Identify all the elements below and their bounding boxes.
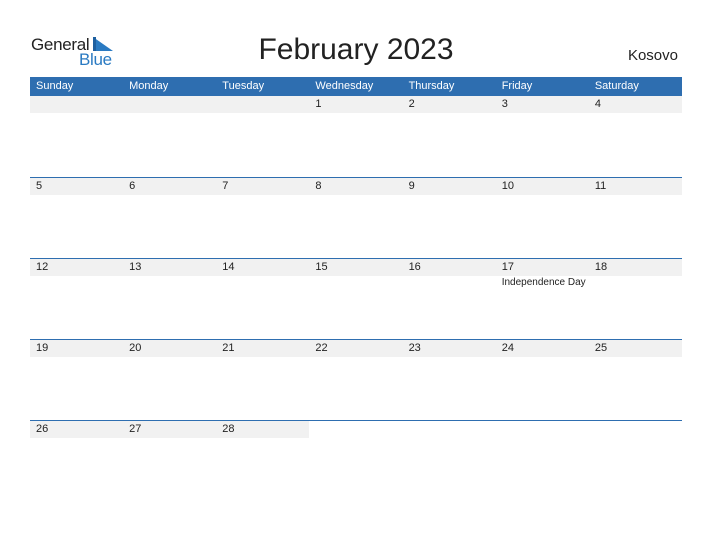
day-number: 7: [222, 180, 229, 192]
day-number: 3: [501, 98, 508, 110]
day-number: 23: [408, 342, 421, 354]
day-event: [216, 357, 309, 358]
day-event: [30, 438, 123, 439]
day-event: [589, 195, 682, 196]
weekday-thursday: Thursday: [408, 80, 455, 92]
day-event: [123, 195, 216, 196]
day-event: [123, 357, 216, 358]
day-number: 2: [408, 98, 415, 110]
day-number: [495, 421, 589, 438]
day-event: [123, 113, 216, 114]
day-number: [30, 96, 123, 113]
date-strip: 1 2 3 4: [30, 96, 682, 113]
day-number: [588, 421, 682, 438]
day-event: [123, 438, 216, 439]
day-event: [309, 438, 402, 439]
day-number: 15: [315, 261, 328, 273]
day-number: 27: [129, 423, 142, 435]
day-number: 20: [129, 342, 142, 354]
weeks-container: 1 2 3 4 5 6 7 8 9 10 11 12 13 14 15 16 17 18 Independence …: [30, 96, 682, 501]
day-event: [403, 438, 496, 439]
day-number: [402, 421, 496, 438]
events-row: [30, 438, 682, 439]
calendar-title: February 2023: [258, 33, 454, 66]
day-number: 1: [315, 98, 322, 110]
day-event: [123, 276, 216, 288]
day-event: [403, 113, 496, 114]
weekday-friday: Friday: [501, 80, 533, 92]
day-number: 24: [501, 342, 514, 354]
weekday-sunday: Sunday: [36, 80, 74, 92]
day-number: 25: [594, 342, 608, 354]
day-event: [496, 438, 589, 439]
day-event: [496, 113, 589, 114]
day-event: [403, 276, 496, 288]
day-event: [496, 195, 589, 196]
day-number: 12: [36, 261, 49, 273]
day-event: [216, 195, 309, 196]
week-row: 26 27 28: [30, 420, 682, 501]
day-number: [123, 96, 216, 113]
day-event: [589, 357, 682, 358]
day-event: [216, 276, 309, 288]
date-strip: 26 27 28: [30, 420, 682, 438]
week-row: 5 6 7 8 9 10 11: [30, 177, 682, 258]
day-event: [30, 357, 123, 358]
week-row: 19 20 21 22 23 24 25: [30, 339, 682, 420]
events-row: [30, 113, 682, 114]
day-number: 14: [222, 261, 235, 273]
day-number: 28: [222, 423, 235, 435]
day-number: 18: [594, 261, 608, 273]
day-number: 8: [315, 180, 322, 192]
day-event: [216, 113, 309, 114]
weekday-monday: Monday: [129, 80, 169, 92]
day-event: [216, 438, 309, 439]
day-event: [309, 276, 402, 288]
day-number: 19: [36, 342, 49, 354]
date-strip: 12 13 14 15 16 17 18: [30, 258, 682, 276]
day-event: [30, 276, 123, 288]
events-row: [30, 195, 682, 196]
events-row: Independence Day: [30, 276, 682, 288]
day-number: 9: [408, 180, 415, 192]
day-event: [309, 113, 402, 114]
day-number: 22: [315, 342, 328, 354]
day-number: 26: [36, 423, 49, 435]
weekday-saturday: Saturday: [594, 80, 639, 92]
day-event: [496, 357, 589, 358]
date-strip: 5 6 7 8 9 10 11: [30, 177, 682, 195]
day-event: Independence Day: [501, 277, 586, 288]
day-event: [309, 195, 402, 196]
week-row: 12 13 14 15 16 17 18 Independence Day: [30, 258, 682, 339]
week-row: 1 2 3 4: [30, 96, 682, 177]
day-event: [589, 113, 682, 114]
weekday-header: Sunday Monday Tuesday Wednesday Thursday…: [30, 77, 682, 96]
day-event: [30, 113, 123, 114]
day-number: 17: [501, 261, 514, 273]
day-number: 10: [501, 180, 514, 192]
day-number: 13: [129, 261, 142, 273]
day-number: 16: [408, 261, 421, 273]
day-number: 11: [594, 180, 607, 192]
day-event: [403, 195, 496, 196]
weekday-tuesday: Tuesday: [222, 80, 265, 92]
day-event: [309, 357, 402, 358]
date-strip: 19 20 21 22 23 24 25: [30, 339, 682, 357]
events-row: [30, 357, 682, 358]
day-number: 4: [594, 98, 601, 110]
day-event: [30, 195, 123, 196]
day-number: 5: [36, 180, 43, 192]
weekday-wednesday: Wednesday: [315, 80, 374, 92]
calendar-grid: Sunday Monday Tuesday Wednesday Thursday…: [30, 77, 682, 501]
country-label: Kosovo: [627, 47, 678, 64]
day-number: [216, 96, 309, 113]
day-event: [403, 357, 496, 358]
day-event: [589, 438, 682, 439]
day-number: 6: [129, 180, 136, 192]
day-event: [589, 276, 682, 288]
day-number: [309, 421, 403, 438]
day-number: 21: [222, 342, 235, 354]
